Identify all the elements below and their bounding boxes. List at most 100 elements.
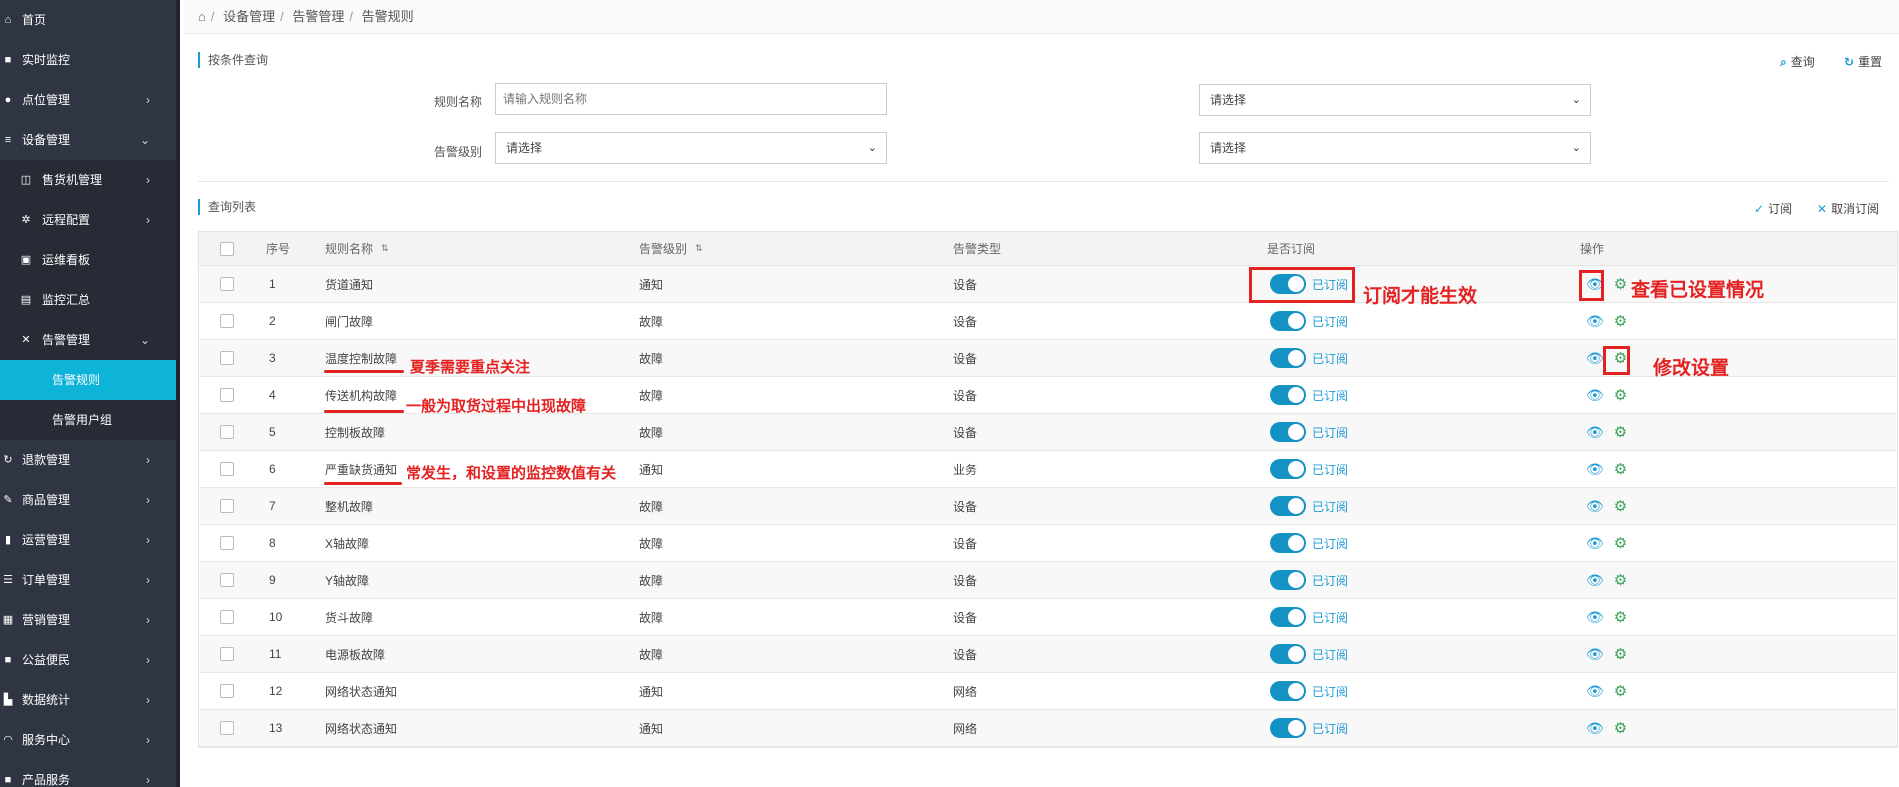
- view-icon[interactable]: 👁: [1586, 461, 1604, 478]
- view-icon[interactable]: 👁: [1586, 424, 1604, 441]
- row-checkbox[interactable]: [220, 340, 234, 376]
- row-checkbox[interactable]: [220, 377, 234, 413]
- subscribe-toggle[interactable]: [1270, 311, 1306, 331]
- row-checkbox[interactable]: [220, 599, 234, 635]
- sidebar-item-marketing[interactable]: ▦ 营销管理 ›: [0, 600, 176, 640]
- row-checkbox[interactable]: [220, 673, 234, 709]
- type-select[interactable]: 请选择 ⌄: [1199, 132, 1591, 164]
- sidebar-item-order[interactable]: ☰ 订单管理 ›: [0, 560, 176, 600]
- rule-name-input[interactable]: [495, 83, 887, 115]
- view-icon[interactable]: 👁: [1586, 387, 1604, 404]
- subscribe-toggle[interactable]: [1270, 718, 1306, 738]
- settings-icon[interactable]: ⚙: [1614, 497, 1627, 515]
- home-icon[interactable]: ⌂: [198, 9, 206, 24]
- sidebar-item-label: 运营管理: [22, 533, 71, 547]
- sidebar-item-product[interactable]: ✎ 商品管理 ›: [0, 480, 176, 520]
- subscribe-toggle[interactable]: [1270, 607, 1306, 627]
- view-icon[interactable]: 👁: [1586, 350, 1604, 367]
- subscribe-toggle[interactable]: [1270, 348, 1306, 368]
- row-checkbox[interactable]: [220, 303, 234, 339]
- close-icon: ✕: [1817, 202, 1828, 216]
- reset-button[interactable]: ↻ 重置: [1844, 53, 1882, 70]
- settings-icon[interactable]: ⚙: [1614, 571, 1627, 589]
- sidebar-item-realtime-monitor[interactable]: ■ 实时监控: [0, 40, 176, 80]
- sidebar-item-monitor-summary[interactable]: ▤ 监控汇总: [0, 280, 176, 320]
- view-icon[interactable]: 👁: [1586, 720, 1604, 737]
- row-checkbox[interactable]: [220, 525, 234, 561]
- subscribe-toggle[interactable]: [1270, 644, 1306, 664]
- row-type: 设备: [953, 351, 978, 366]
- subscribe-toggle[interactable]: [1270, 422, 1306, 442]
- header-level[interactable]: 告警级别 ⇅: [639, 232, 703, 265]
- level-select[interactable]: 请选择 ⌄: [495, 132, 887, 164]
- row-checkbox[interactable]: [220, 266, 234, 302]
- subscribed-status: 已订阅: [1312, 610, 1349, 625]
- row-checkbox[interactable]: [220, 451, 234, 487]
- view-icon[interactable]: 👁: [1586, 313, 1604, 330]
- settings-icon[interactable]: ⚙: [1614, 645, 1627, 663]
- sidebar-item-remote-config[interactable]: ✲ 远程配置 ›: [0, 200, 176, 240]
- sidebar-item-alarm-rules[interactable]: 告警规则: [0, 360, 176, 400]
- view-icon[interactable]: 👁: [1586, 646, 1604, 663]
- sidebar-item-vending-machine[interactable]: ◫ 售货机管理 ›: [0, 160, 176, 200]
- sidebar-item-ops-board[interactable]: ▣ 运维看板: [0, 240, 176, 280]
- header-subscribed: 是否订阅: [1267, 242, 1316, 256]
- sidebar-item-service-center[interactable]: ◠ 服务中心 ›: [0, 720, 176, 760]
- row-type: 设备: [953, 647, 978, 662]
- view-icon[interactable]: 👁: [1586, 498, 1604, 515]
- row-checkbox[interactable]: [220, 488, 234, 524]
- sidebar-item-public-welfare[interactable]: ■ 公益便民 ›: [0, 640, 176, 680]
- sidebar-item-product-service[interactable]: ■ 产品服务 ›: [0, 760, 176, 787]
- row-checkbox[interactable]: [220, 636, 234, 672]
- subscribed-select[interactable]: 请选择 ⌄: [1199, 84, 1591, 116]
- sidebar-item-label: 点位管理: [22, 93, 71, 107]
- subscribe-toggle[interactable]: [1270, 385, 1306, 405]
- sidebar-item-operation[interactable]: ▮ 运营管理 ›: [0, 520, 176, 560]
- breadcrumb-item[interactable]: 告警管理: [292, 9, 344, 24]
- settings-icon[interactable]: ⚙: [1614, 312, 1627, 330]
- row-checkbox[interactable]: [220, 414, 234, 450]
- columns-icon: ◫: [20, 174, 32, 186]
- row-checkbox[interactable]: [220, 710, 234, 746]
- subscribe-button[interactable]: ✓ 订阅: [1754, 200, 1792, 217]
- row-checkbox[interactable]: [220, 562, 234, 598]
- table-row: 13 网络状态通知 通知 网络 已订阅 👁 ⚙: [199, 710, 1897, 747]
- subscribe-toggle[interactable]: [1270, 459, 1306, 479]
- sidebar-item-alarm-user-group[interactable]: 告警用户组: [0, 400, 176, 440]
- row-level: 通知: [639, 277, 664, 292]
- breadcrumb-item[interactable]: 设备管理: [223, 9, 275, 24]
- sidebar-item-alarm-management[interactable]: ✕ 告警管理 ⌄: [0, 320, 176, 360]
- sidebar-item-home[interactable]: ⌂ 首页: [0, 0, 176, 40]
- sidebar-item-point-management[interactable]: ● 点位管理 ›: [0, 80, 176, 120]
- view-icon[interactable]: 👁: [1586, 572, 1604, 589]
- level-label: 告警级别: [433, 145, 482, 159]
- settings-icon[interactable]: ⚙: [1614, 423, 1627, 441]
- sidebar-item-statistics[interactable]: ▙ 数据统计 ›: [0, 680, 176, 720]
- chevron-right-icon: ›: [146, 653, 150, 667]
- annotation-edit-note: 修改设置: [1653, 358, 1730, 379]
- sidebar-item-label: 订单管理: [22, 573, 71, 587]
- settings-icon[interactable]: ⚙: [1614, 682, 1627, 700]
- sidebar-item-refund[interactable]: ↻ 退款管理 ›: [0, 440, 176, 480]
- subscribe-toggle[interactable]: [1270, 681, 1306, 701]
- list-icon: ☰: [3, 574, 13, 586]
- view-icon[interactable]: 👁: [1586, 609, 1604, 626]
- header-name[interactable]: 规则名称 ⇅: [325, 232, 389, 265]
- subscribe-toggle[interactable]: [1270, 570, 1306, 590]
- subscribe-toggle[interactable]: [1270, 496, 1306, 516]
- settings-icon[interactable]: ⚙: [1614, 719, 1627, 737]
- select-all-checkbox[interactable]: [220, 232, 234, 265]
- query-button[interactable]: ⌕ 查询: [1780, 53, 1815, 70]
- settings-icon[interactable]: ⚙: [1614, 460, 1627, 478]
- subscribed-status: 已订阅: [1312, 647, 1349, 662]
- view-icon[interactable]: 👁: [1586, 683, 1604, 700]
- subscribe-toggle-cell: 已订阅: [1270, 488, 1348, 524]
- view-icon[interactable]: 👁: [1586, 535, 1604, 552]
- settings-icon[interactable]: ⚙: [1614, 386, 1627, 404]
- settings-icon[interactable]: ⚙: [1614, 608, 1627, 626]
- settings-icon[interactable]: ⚙: [1614, 275, 1627, 293]
- sidebar-item-device-management[interactable]: ≡ 设备管理 ⌄: [0, 120, 176, 160]
- unsubscribe-button[interactable]: ✕ 取消订阅: [1817, 200, 1879, 217]
- subscribe-toggle[interactable]: [1270, 533, 1306, 553]
- settings-icon[interactable]: ⚙: [1614, 534, 1627, 552]
